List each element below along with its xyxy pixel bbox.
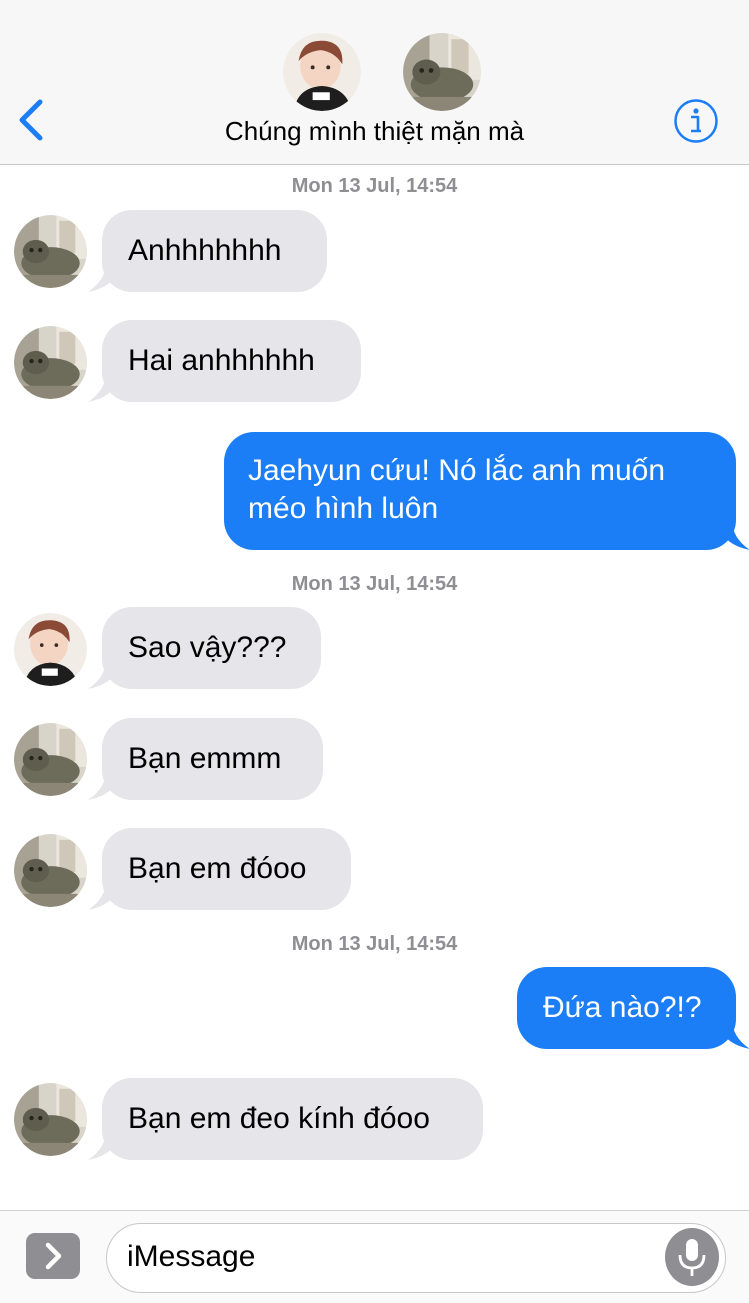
conversation-title[interactable]: Chúng mình thiệt mặn mà	[0, 116, 749, 147]
info-circle-icon	[674, 99, 718, 143]
incoming-message[interactable]: Hai anhhhhhh	[88, 320, 361, 402]
sender-avatar	[14, 1083, 87, 1156]
timestamp: Mon 13 Jul, 14:54	[291, 175, 458, 197]
group-avatar-boy[interactable]	[283, 33, 361, 111]
conversation-header: Chúng mình thiệt mặn mà	[0, 0, 749, 165]
chevron-right-icon	[45, 1242, 62, 1270]
info-button[interactable]	[673, 98, 719, 144]
message-text: Đứa nào?!?	[543, 991, 702, 1024]
message-input[interactable]: iMessage	[106, 1223, 726, 1293]
timestamp: Mon 13 Jul, 14:54	[291, 933, 458, 955]
sender-avatar	[14, 326, 87, 399]
sender-avatar	[14, 834, 87, 907]
timestamp: Mon 13 Jul, 14:54	[291, 573, 458, 595]
message-text: Bạn em đeo kính đóoo	[128, 1102, 430, 1135]
message-text: Anhhhhhhh	[128, 234, 282, 267]
message-text: Jaehyun cứu! Nó lắc anh muốn méo hình lu…	[248, 454, 665, 525]
composer-bar: iMessage	[0, 1210, 749, 1303]
sender-avatar	[14, 723, 87, 796]
incoming-message[interactable]: Bạn em đeo kính đóoo	[88, 1078, 483, 1160]
incoming-message[interactable]: Sao vậy???	[88, 607, 321, 689]
message-text: Bạn em đóoo	[128, 852, 307, 885]
sender-avatar	[14, 215, 87, 288]
incoming-message[interactable]: Bạn em đóoo	[88, 828, 351, 910]
incoming-message[interactable]: Anhhhhhhh	[88, 210, 327, 292]
message-text: Bạn emmm	[128, 742, 282, 775]
outgoing-message[interactable]: Đứa nào?!?	[517, 967, 749, 1049]
message-text: Sao vậy???	[128, 631, 287, 664]
message-text: Hai anhhhhhh	[128, 344, 315, 377]
apps-button[interactable]	[26, 1233, 80, 1279]
incoming-message[interactable]: Bạn emmm	[88, 718, 323, 800]
sender-avatar	[14, 613, 87, 686]
outgoing-message[interactable]: Jaehyun cứu! Nó lắc anh muốn méo hình lu…	[224, 432, 749, 550]
dictation-button[interactable]	[665, 1228, 719, 1286]
group-avatar-cat[interactable]	[403, 33, 481, 111]
microphone-icon	[678, 1239, 706, 1276]
message-input-placeholder: iMessage	[127, 1240, 256, 1273]
